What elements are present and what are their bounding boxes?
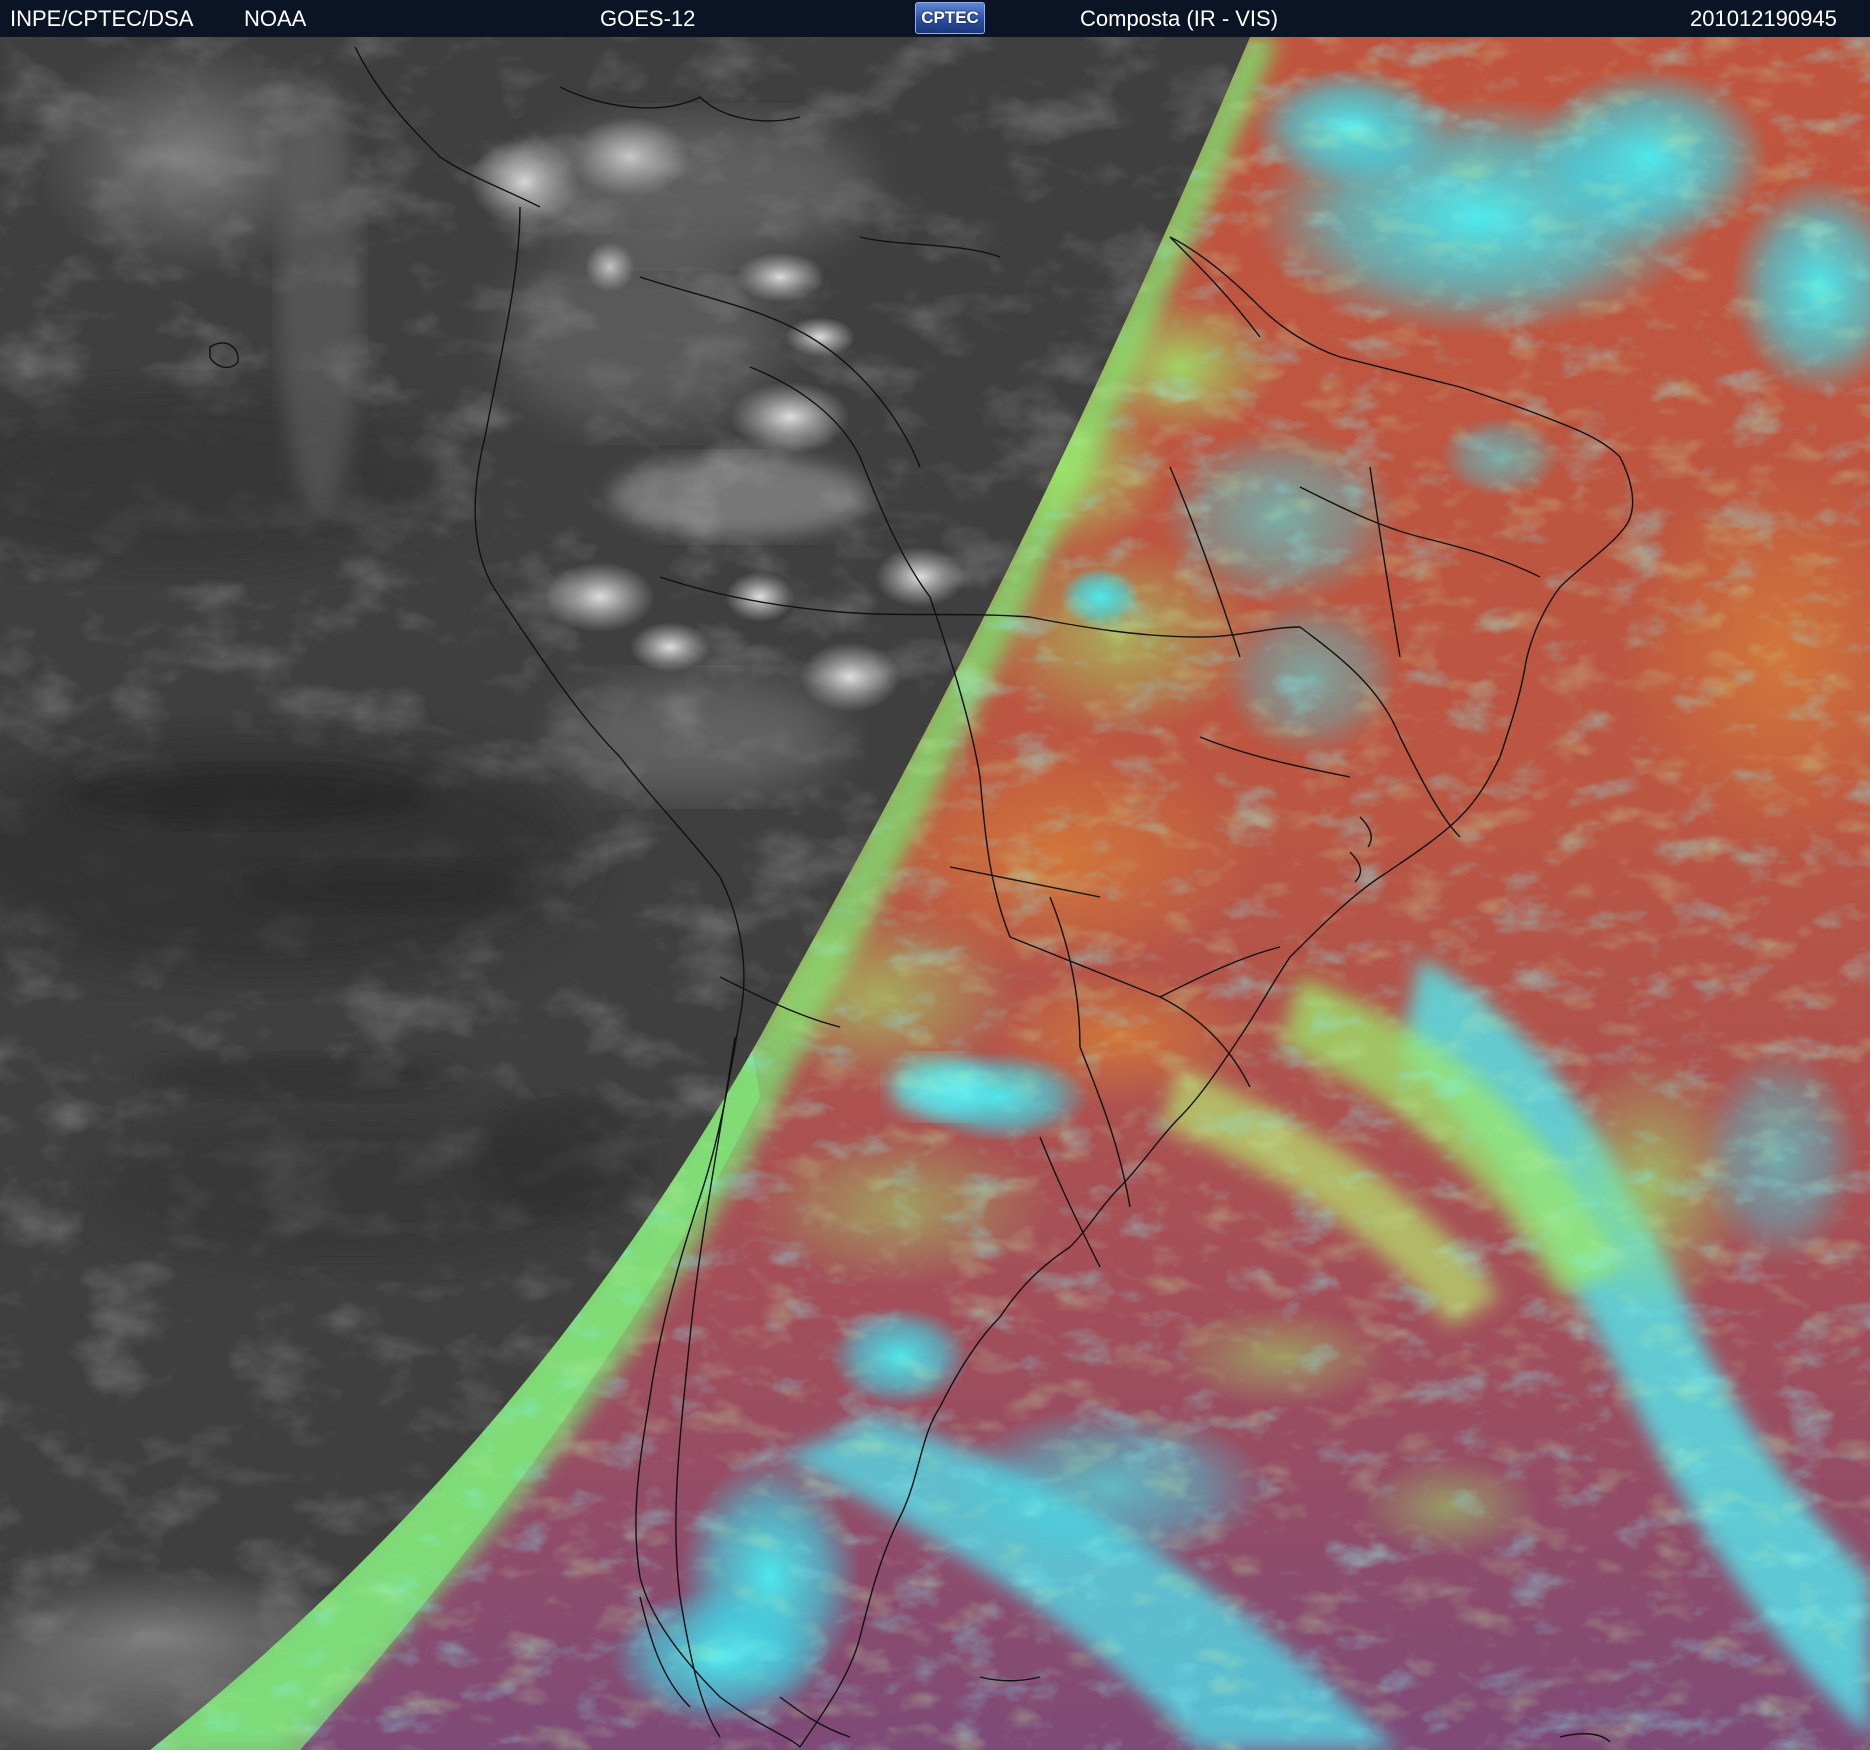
header-bar: INPE/CPTEC/DSA NOAA GOES-12 CPTEC Compos… [0,0,1870,37]
partner-label: NOAA [244,6,307,31]
agency-label: INPE/CPTEC/DSA [10,6,194,31]
product-label: Composta (IR - VIS) [1080,6,1279,31]
satellite-label: GOES-12 [600,6,696,31]
satellite-composite [0,37,1870,1750]
cptec-logo-icon: CPTEC [915,2,985,34]
logo-text: CPTEC [921,8,979,27]
satellite-image [0,37,1870,1750]
timestamp-label: 201012190945 [1690,6,1837,31]
